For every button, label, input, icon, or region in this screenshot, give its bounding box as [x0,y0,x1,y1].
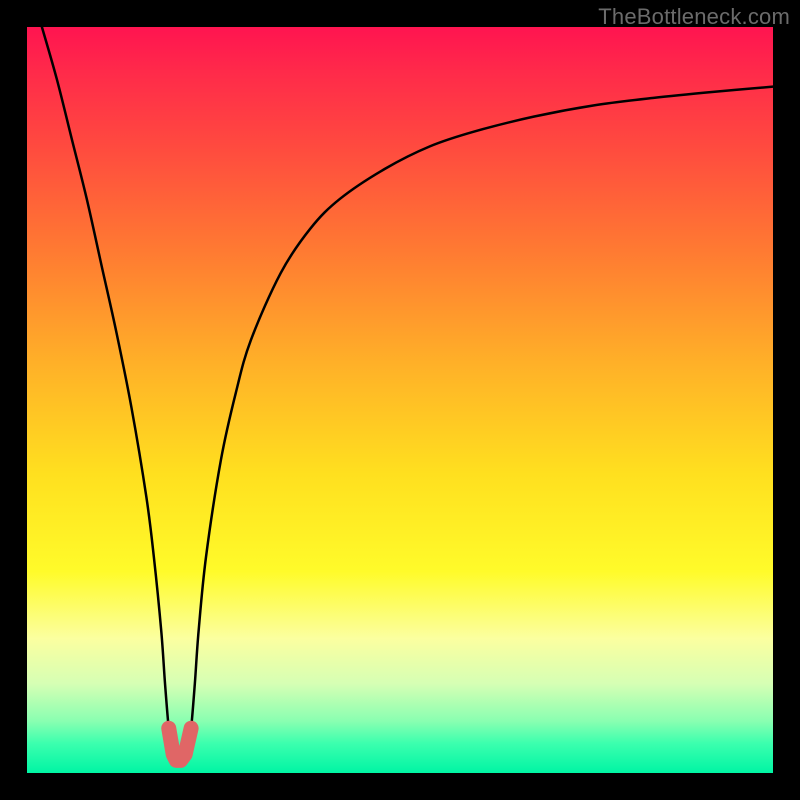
plot-area [27,27,773,773]
valley-markers [169,728,191,760]
chart-frame: TheBottleneck.com [0,0,800,800]
curve-svg [27,27,773,773]
bottleneck-curve [42,27,773,762]
watermark-text: TheBottleneck.com [598,4,790,30]
